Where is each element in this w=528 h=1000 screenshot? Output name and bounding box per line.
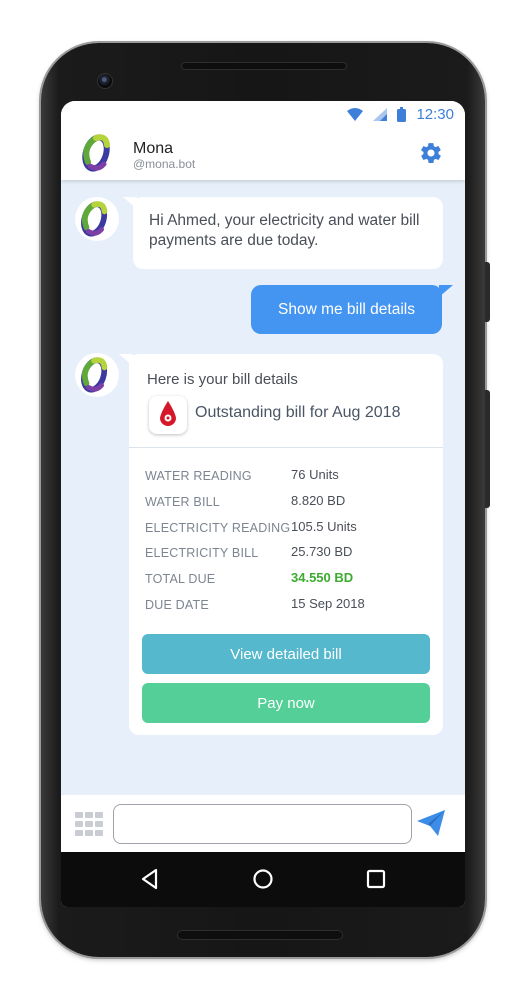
chat-header: Mona @mona.bot — [61, 128, 465, 180]
wifi-icon — [347, 108, 364, 121]
row-label: WATER BILL — [145, 494, 220, 509]
row-value: 8.820 BD — [291, 492, 346, 508]
row-label: DUE DATE — [145, 597, 209, 612]
status-bar: 12:30 — [61, 101, 465, 128]
water-drop-icon — [160, 401, 176, 426]
row-label: TOTAL DUE — [145, 572, 216, 587]
bill-row: DUE DATE 15 Sep 2018 — [145, 593, 435, 619]
front-camera — [97, 73, 113, 89]
bill-rows: WATER READING 76 Units WATER BILL 8.820 … — [145, 464, 435, 619]
bill-row: WATER READING 76 Units — [145, 464, 435, 490]
bot-avatar — [75, 197, 119, 241]
bill-heading: Outstanding bill for Aug 2018 — [195, 404, 401, 421]
row-label: WATER READING — [145, 469, 252, 483]
user-message: Show me bill details — [251, 285, 442, 334]
bill-details-card: Here is your bill details Outstanding bi… — [129, 354, 443, 735]
back-icon[interactable] — [137, 866, 163, 892]
mona-logo-icon — [82, 134, 110, 172]
row-value: 25.730 BD — [291, 544, 353, 560]
bot-avatar — [75, 353, 119, 397]
recent-apps-icon[interactable] — [363, 866, 389, 892]
bill-provider-icon — [149, 396, 187, 434]
mona-logo-icon — [81, 201, 108, 237]
bill-row: ELECTRICITY READING 105.5 Units — [145, 516, 435, 542]
earpiece-speaker — [181, 62, 347, 70]
power-button — [485, 262, 490, 322]
send-icon[interactable] — [416, 809, 446, 837]
bill-row: ELECTRICITY BILL 25.730 BD — [145, 541, 435, 567]
grid-menu-icon[interactable] — [75, 812, 103, 836]
bot-name: Mona — [133, 140, 174, 157]
mona-logo-icon — [81, 357, 108, 393]
bot-message: Hi Ahmed, your electricity and water bil… — [133, 197, 443, 269]
cellular-signal-icon — [373, 108, 388, 121]
bot-handle: @mona.bot — [133, 157, 196, 171]
home-icon[interactable] — [250, 866, 276, 892]
row-value: 15 Sep 2018 — [291, 595, 365, 611]
pay-now-button[interactable]: Pay now — [142, 683, 430, 723]
status-time: 12:30 — [416, 106, 454, 123]
bottom-speaker — [177, 930, 343, 940]
row-label: ELECTRICITY READING — [145, 520, 291, 535]
navigation-bar — [61, 852, 465, 907]
bill-intro-text: Here is your bill details — [147, 371, 298, 388]
volume-button — [485, 390, 490, 508]
bill-row: WATER BILL 8.820 BD — [145, 490, 435, 516]
gear-icon[interactable] — [419, 141, 443, 165]
bill-row: TOTAL DUE 34.550 BD — [145, 567, 435, 593]
total-due-value: 34.550 BD — [291, 570, 354, 586]
message-input-bar — [61, 795, 465, 852]
row-value: 105.5 Units — [291, 518, 357, 534]
row-label: ELECTRICITY BILL — [145, 546, 259, 561]
phone-screen: 12:30 Mona @mona.bot Hi Ahmed, your elec… — [61, 101, 465, 907]
view-detailed-bill-button[interactable]: View detailed bill — [142, 634, 430, 674]
row-value: 76 Units — [291, 467, 339, 482]
battery-icon — [397, 107, 407, 122]
divider — [129, 447, 443, 448]
message-input[interactable] — [113, 804, 412, 844]
